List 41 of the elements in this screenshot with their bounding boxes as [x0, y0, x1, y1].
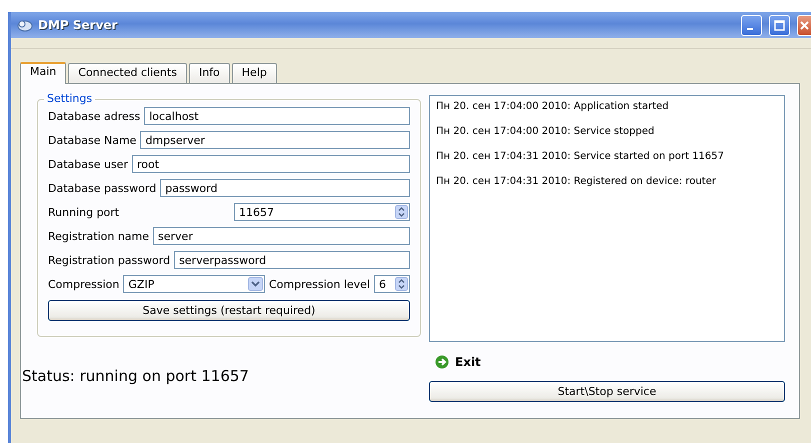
log-entry: Пн 20. сен 17:04:00 2010: Application started [436, 100, 670, 114]
text-field[interactable]: root [132, 155, 410, 173]
tab[interactable]: Help [232, 63, 277, 83]
text-field[interactable]: localhost [144, 107, 410, 125]
text-field[interactable]: dmpserver [140, 131, 410, 149]
compression-dropdown[interactable]: GZIP [123, 275, 265, 293]
spinner-arrows-icon[interactable] [395, 277, 408, 291]
log-entry: Пн 20. сен 17:04:00 2010: Service stopped [436, 125, 656, 139]
close-icon [799, 20, 810, 30]
maximize-button[interactable] [769, 14, 790, 36]
tab[interactable]: Main [20, 62, 66, 84]
minimize-icon [747, 28, 753, 30]
text-field[interactable]: password [160, 179, 410, 197]
window-title: DMP Server [38, 18, 118, 32]
minimize-button[interactable] [741, 14, 762, 36]
field-label: Database Name [48, 134, 136, 146]
field-label: Compression [48, 278, 120, 290]
app-icon [17, 18, 33, 32]
field-label: Registration password [48, 254, 170, 266]
field-label: Database adress [48, 110, 140, 122]
tab[interactable]: Info [188, 63, 230, 83]
text-field[interactable]: server [153, 227, 410, 245]
group-title: Settings [44, 92, 96, 105]
field-label: Database user [48, 158, 128, 170]
field-label: Registration name [48, 230, 150, 242]
log-entry: Пн 20. сен 17:04:31 2010: Registered on device: router [436, 175, 717, 189]
number-field[interactable]: 11657 [234, 203, 410, 221]
status-text: Status: running on port 11657 [22, 367, 250, 385]
text-field[interactable]: serverpassword [174, 251, 410, 269]
field-label: Database password [48, 182, 156, 194]
field-label: Compression level [268, 278, 370, 290]
arrow-icon [435, 355, 449, 369]
tab[interactable]: Connected clients [68, 63, 187, 83]
service-button[interactable]: Start\Stop service [429, 381, 785, 402]
spinner-arrows-icon[interactable] [395, 205, 408, 219]
exit-button[interactable]: Exit [435, 355, 481, 369]
field-label: Running port [48, 206, 120, 218]
log-entry: Пн 20. сен 17:04:31 2010: Service started on port 11657 [436, 150, 726, 164]
maximize-icon [774, 20, 785, 30]
close-button[interactable] [797, 14, 811, 36]
save-button[interactable]: Save settings (restart required) [48, 300, 410, 321]
